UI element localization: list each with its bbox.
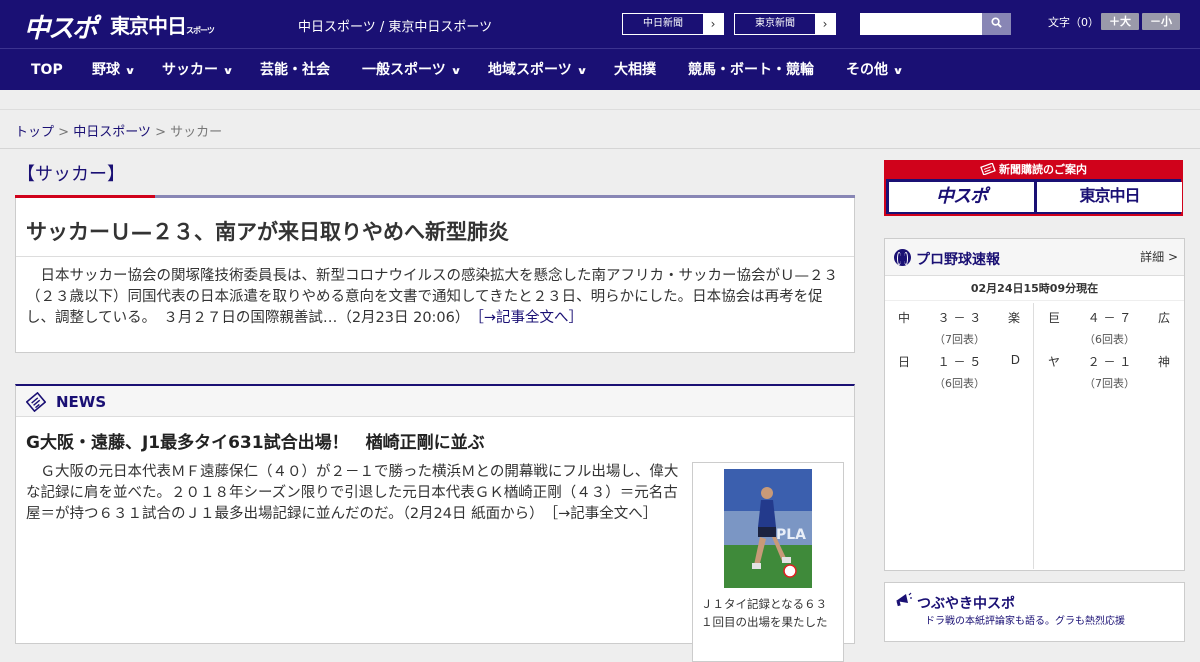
lead-body-text: 日本サッカー協会の関塚隆技術委員長は、新型コロナウイルスの感染拡大を懸念した南ア… xyxy=(26,268,838,326)
nav-label: サッカー xyxy=(162,62,218,78)
chevron-down-icon: ∨ xyxy=(450,66,462,77)
svg-text:PLA: PLA xyxy=(776,527,806,543)
breadcrumb-top[interactable]: トップ xyxy=(15,125,54,140)
chevron-down-icon: ∨ xyxy=(892,66,904,77)
font-bigger-button[interactable]: ＋大 xyxy=(1101,13,1139,30)
search-input[interactable] xyxy=(860,13,982,35)
news-label: NEWS xyxy=(56,393,107,411)
nav-racing[interactable]: 競馬・ボート・競輪 xyxy=(688,49,814,91)
megaphone-icon xyxy=(896,592,912,607)
chevron-right-icon: › xyxy=(822,17,828,31)
nav-baseball[interactable]: 野球 ∨ xyxy=(92,49,136,91)
nav-local-sports[interactable]: 地域スポーツ ∨ xyxy=(488,49,588,91)
chevron-right-icon: › xyxy=(710,17,716,31)
tokyo-logo-sub: スポーツ xyxy=(186,26,215,35)
nav-label: 競馬・ボート・競輪 xyxy=(688,62,814,78)
lead-body: 日本サッカー協会の関塚隆技術委員長は、新型コロナウイルスの感染拡大を懸念した南ア… xyxy=(26,266,846,329)
nav-label: 芸能・社会 xyxy=(260,62,330,78)
nav-top[interactable]: TOP xyxy=(31,49,63,91)
nav-general-sports[interactable]: 一般スポーツ ∨ xyxy=(362,49,462,91)
font-smaller-button[interactable]: －小 xyxy=(1142,13,1180,30)
category-title: 【サッカー】 xyxy=(17,164,125,185)
baseball-title: プロ野球速報 xyxy=(916,252,1000,268)
subscription-heading-text: 新聞購読のご案内 xyxy=(999,163,1087,176)
news-photo-caption: Ｊ１タイ記録となる６３１回目の出場を果たした xyxy=(701,597,828,629)
search-button[interactable] xyxy=(982,13,1011,35)
tokyo-logo-text: 東京中日 xyxy=(110,14,187,38)
subscription-banner[interactable]: 新聞購読のご案内 中スポ 東京中日 xyxy=(884,160,1183,216)
game-row[interactable]: 日 １ － ５ D （6回表） xyxy=(885,347,1034,391)
team-away: 神 xyxy=(1157,355,1170,369)
team-away: 広 xyxy=(1157,311,1170,325)
breadcrumb: トップ > 中日スポーツ > サッカー xyxy=(0,111,1200,149)
chunichi-sports-logo[interactable]: 中スポ xyxy=(24,8,98,45)
main-nav: TOP 野球 ∨ サッカー ∨ 芸能・社会 一般スポーツ ∨ 地域スポーツ ∨ 大相撲 … xyxy=(0,48,1200,90)
chevron-down-icon: ∨ xyxy=(576,66,588,77)
team-away: D xyxy=(1010,353,1020,367)
tokyo-shimbun-label: 東京新聞 xyxy=(735,14,815,34)
nav-label: 野球 xyxy=(92,62,120,78)
tokyo-shimbun-link[interactable]: 東京新聞 › xyxy=(734,13,836,35)
nav-label: 大相撲 xyxy=(614,62,656,78)
news-photo[interactable]: PLA xyxy=(724,469,812,588)
lead-read-more-link[interactable]: ［→記事全文へ］ xyxy=(477,310,583,326)
news-body: Ｇ大阪の元日本代表ＭＦ遠藤保仁（４０）が２－１で勝った横浜Ｍとの開幕戦にフル出場… xyxy=(26,462,686,525)
nav-other[interactable]: その他 ∨ xyxy=(846,49,904,91)
breadcrumb-sep: > xyxy=(54,125,74,140)
game-inning: （7回表） xyxy=(1084,377,1135,390)
tokyo-chunichi-ad-logo[interactable]: 東京中日 xyxy=(1037,182,1182,212)
tweet-subtitle: ドラ戦の本紙評論家も語る。グラも熱烈応援 xyxy=(925,616,1125,627)
site-title: 中日スポーツ / 東京中日スポーツ xyxy=(298,20,493,35)
news-photo-box: PLA Ｊ１タイ記録となる６３１回目の出場を果たした xyxy=(692,462,844,662)
nav-soccer[interactable]: サッカー ∨ xyxy=(162,49,234,91)
game-row[interactable]: ヤ ２ － １ 神 （7回表） xyxy=(1035,347,1184,391)
lead-article: サッカーＵ—２３、南アが来日取りやめへ新型肺炎 日本サッカー協会の関塚隆技術委員… xyxy=(15,198,855,353)
lead-headline[interactable]: サッカーＵ—２３、南アが来日取りやめへ新型肺炎 xyxy=(26,216,509,246)
chunichi-shimbun-label: 中日新聞 xyxy=(623,14,703,34)
baseball-detail-link[interactable]: 詳細 > xyxy=(1140,248,1178,265)
newspaper-icon xyxy=(26,392,46,412)
chevron-down-icon: ∨ xyxy=(124,66,136,77)
chunichi-shimbun-link[interactable]: 中日新聞 › xyxy=(622,13,724,35)
game-inning: （6回表） xyxy=(1084,333,1135,346)
baseball-icon xyxy=(894,249,911,266)
chunichi-sports-ad-logo[interactable]: 中スポ xyxy=(889,182,1034,212)
player-image: PLA xyxy=(724,469,812,588)
game-inning: （7回表） xyxy=(934,333,985,346)
baseball-timestamp: 02月24日15時09分現在 xyxy=(885,277,1184,301)
divider xyxy=(16,256,854,257)
breadcrumb-sep: > xyxy=(150,125,171,140)
search-icon xyxy=(991,17,1002,28)
tweet-section[interactable]: つぶやき中スポ ドラ戦の本紙評論家も語る。グラも熱烈応援 xyxy=(884,582,1185,642)
news-section: NEWS G大阪・遠藤、J1最多タイ631試合出場！ 楢崎正剛に並ぶ Ｇ大阪の元… xyxy=(15,384,855,662)
tweet-title: つぶやき中スポ xyxy=(917,596,1015,612)
nav-label: 一般スポーツ xyxy=(362,62,446,78)
game-row[interactable]: 中 ３ － ３ 楽 （7回表） xyxy=(885,303,1034,347)
nav-sumo[interactable]: 大相撲 xyxy=(614,49,656,91)
game-inning: （6回表） xyxy=(934,377,985,390)
breadcrumb-section[interactable]: 中日スポーツ xyxy=(73,125,151,140)
baseball-column-left: 中 ３ － ３ 楽 （7回表） 日 １ － ５ D （6回表） xyxy=(885,303,1034,569)
subscription-heading: 新聞購読のご案内 xyxy=(886,160,1181,179)
top-bar: 中スポ 東京中日スポーツ 中日スポーツ / 東京中日スポーツ 中日新聞 › 東京… xyxy=(0,0,1200,48)
team-away: 楽 xyxy=(1007,311,1020,325)
news-headline[interactable]: G大阪・遠藤、J1最多タイ631試合出場！ 楢崎正剛に並ぶ xyxy=(26,428,485,453)
baseball-column-right: 巨 ４ － ７ 広 （6回表） ヤ ２ － １ 神 （7回表） xyxy=(1035,303,1184,569)
nav-label: TOP xyxy=(31,62,63,78)
news-read-more-link[interactable]: ［→記事全文へ］ xyxy=(551,506,657,522)
font-size-label: 文字（0） xyxy=(1048,16,1099,29)
nav-entertainment[interactable]: 芸能・社会 xyxy=(260,49,330,91)
breadcrumb-current: サッカー xyxy=(170,125,223,140)
sub-strip xyxy=(0,90,1200,110)
news-header: NEWS xyxy=(16,386,854,417)
nav-label: 地域スポーツ xyxy=(488,62,572,78)
nav-label: その他 xyxy=(846,62,888,78)
newspaper-icon xyxy=(980,162,996,176)
chevron-down-icon: ∨ xyxy=(222,66,234,77)
baseball-header: プロ野球速報 詳細 > xyxy=(885,239,1184,276)
baseball-scores: プロ野球速報 詳細 > 02月24日15時09分現在 中 ３ － ３ 楽 （7回… xyxy=(884,238,1185,571)
game-row[interactable]: 巨 ４ － ７ 広 （6回表） xyxy=(1035,303,1184,347)
tokyo-chunichi-sports-logo[interactable]: 東京中日スポーツ xyxy=(110,10,215,39)
